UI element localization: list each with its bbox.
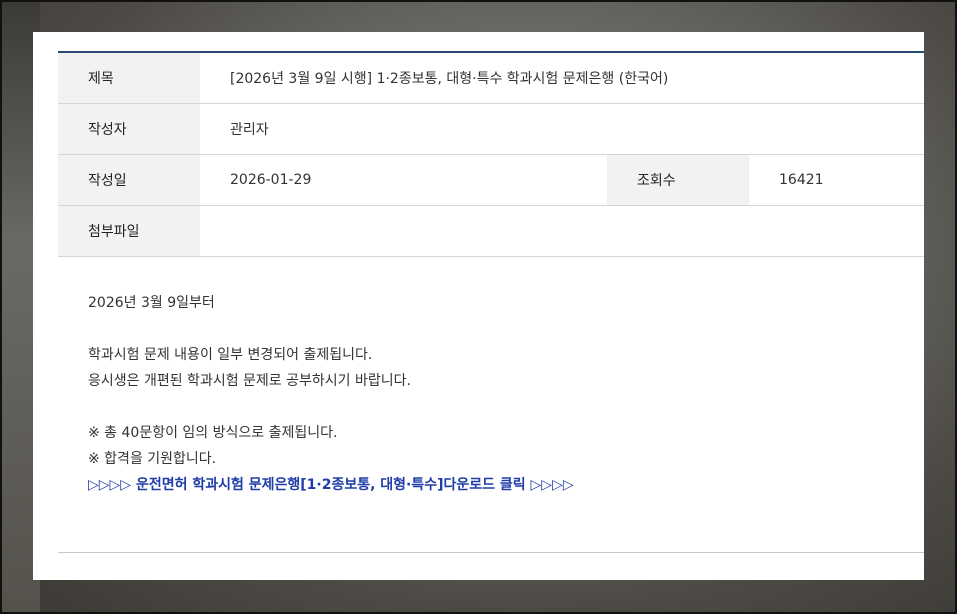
post-info-table: 제목 [2026년 3월 9일 시행] 1·2종보통, 대형·특수 학과시험 문…	[58, 51, 924, 257]
post-detail-panel: 제목 [2026년 3월 9일 시행] 1·2종보통, 대형·특수 학과시험 문…	[33, 32, 924, 580]
title-row: 제목 [2026년 3월 9일 시행] 1·2종보통, 대형·특수 학과시험 문…	[58, 53, 924, 104]
body-line: 응시생은 개편된 학과시험 문제로 공부하시기 바랍니다.	[88, 373, 411, 389]
views-label: 조회수	[607, 155, 749, 205]
body-line: 2026년 3월 9일부터	[88, 295, 215, 311]
attachment-row: 첨부파일	[58, 206, 924, 257]
download-link[interactable]: ▷▷▷▷ 운전면허 학과시험 문제은행[1·2종보통, 대형·특수]다운로드 클…	[88, 472, 908, 498]
date-label: 작성일	[58, 155, 200, 205]
post-attachment[interactable]	[200, 206, 924, 256]
body-line: ※ 총 40문항이 임의 방식으로 출제됩니다.	[88, 425, 338, 441]
body-line: ※ 합격을 기원합니다.	[88, 451, 217, 467]
post-title: [2026년 3월 9일 시행] 1·2종보통, 대형·특수 학과시험 문제은행…	[230, 71, 669, 87]
author-row: 작성자 관리자	[58, 104, 924, 155]
body-line: 학과시험 문제 내용이 일부 변경되어 출제됩니다.	[88, 347, 373, 363]
title-label: 제목	[58, 53, 200, 103]
author-label: 작성자	[58, 104, 200, 154]
post-body: 2026년 3월 9일부터 학과시험 문제 내용이 일부 변경되어 출제됩니다.…	[88, 290, 908, 498]
post-date: 2026-01-29	[230, 172, 312, 188]
attachment-label: 첨부파일	[58, 206, 200, 256]
post-views: 16421	[779, 172, 824, 188]
post-author: 관리자	[230, 122, 269, 138]
date-row: 작성일 2026-01-29 조회수 16421	[58, 155, 924, 206]
bottom-divider	[58, 552, 924, 553]
